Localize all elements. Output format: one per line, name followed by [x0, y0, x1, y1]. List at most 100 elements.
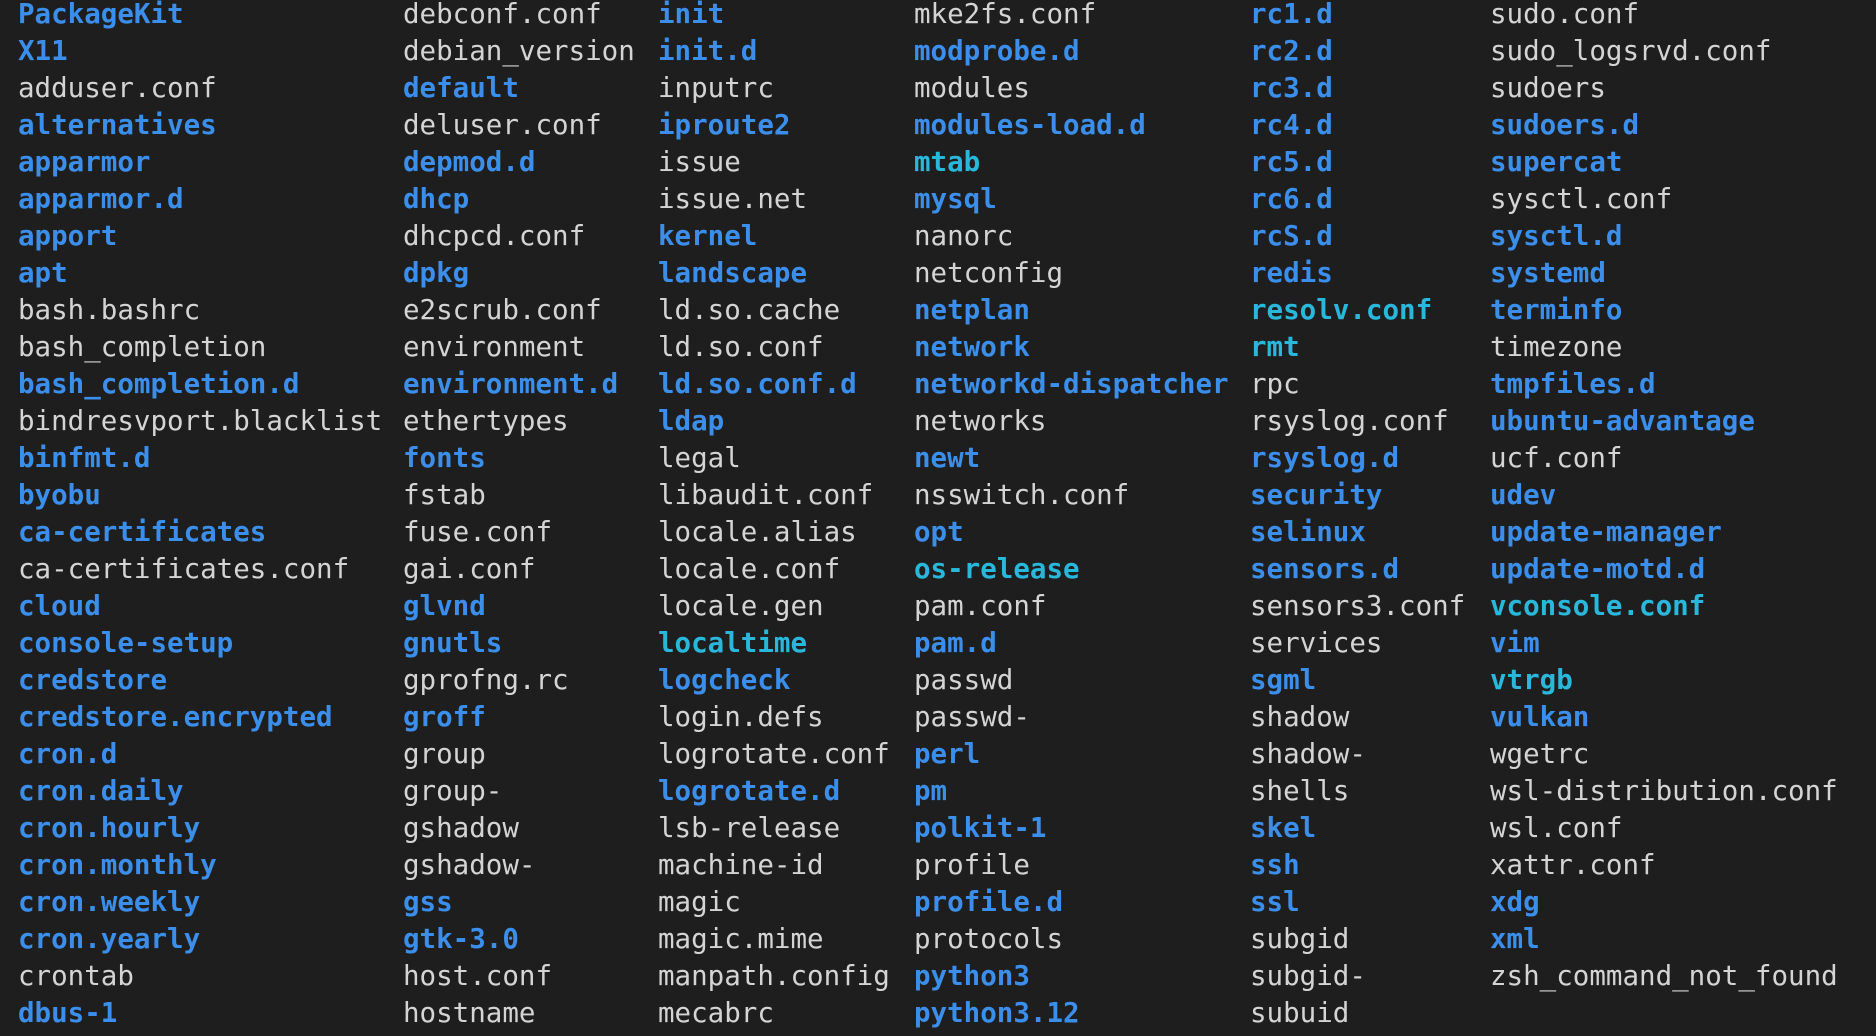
directory-entry: rsyslog.d — [1250, 442, 1400, 474]
listing-column-4: mke2fs.conf modprobe.d modules modules-load… — [914, 0, 1229, 1036]
directory-entry: pm — [914, 775, 948, 807]
file-entry: ethertypes — [403, 405, 569, 437]
file-entry: bindresvport.blacklist — [18, 405, 383, 437]
directory-entry: ssl — [1250, 886, 1300, 918]
symlink-entry: localtime — [658, 627, 808, 659]
directory-entry: kernel — [658, 220, 758, 252]
file-entry: pam.conf — [914, 590, 1047, 622]
directory-entry: ldap — [658, 405, 725, 437]
directory-entry: tmpfiles.d — [1490, 368, 1656, 400]
file-entry: sudoers — [1490, 72, 1606, 104]
directory-entry: credstore.encrypted — [18, 701, 333, 733]
file-entry: group- — [403, 775, 503, 807]
file-entry: sensors3.conf — [1250, 590, 1466, 622]
file-entry: subgid- — [1250, 960, 1366, 992]
directory-entry: environment.d — [403, 368, 619, 400]
directory-entry: vulkan — [1490, 701, 1590, 733]
file-entry: crontab — [18, 960, 134, 992]
directory-entry: python3.12 — [914, 997, 1080, 1029]
directory-entry: ssh — [1250, 849, 1300, 881]
directory-entry: dbus-1 — [18, 997, 118, 1029]
file-entry: inputrc — [658, 72, 774, 104]
file-entry: adduser.conf — [18, 72, 217, 104]
directory-entry: sysctl.d — [1490, 220, 1623, 252]
directory-entry: apt — [18, 257, 68, 289]
directory-entry: rc3.d — [1250, 72, 1333, 104]
directory-entry: opt — [914, 516, 964, 548]
file-entry: passwd — [914, 664, 1014, 696]
directory-entry: rcS.d — [1250, 220, 1333, 252]
file-entry: ucf.conf — [1490, 442, 1623, 474]
file-entry: rpc — [1250, 368, 1300, 400]
directory-entry: vim — [1490, 627, 1540, 659]
file-entry: e2scrub.conf — [403, 294, 602, 326]
file-entry: debian_version — [403, 35, 635, 67]
directory-entry: apparmor.d — [18, 183, 184, 215]
terminal-output[interactable]: PackageKit X11 adduser.conf alternatives app… — [0, 0, 1876, 1029]
file-entry: shadow- — [1250, 738, 1366, 770]
directory-entry: udev — [1490, 479, 1557, 511]
file-entry: logrotate.conf — [658, 738, 890, 770]
directory-entry: logcheck — [658, 664, 791, 696]
directory-entry: binfmt.d — [18, 442, 151, 474]
file-entry: subuid — [1250, 997, 1350, 1029]
file-entry: subgid — [1250, 923, 1350, 955]
directory-entry: X11 — [18, 35, 68, 67]
file-entry: magic.mime — [658, 923, 824, 955]
file-entry: bash.bashrc — [18, 294, 201, 326]
directory-entry: default — [403, 72, 519, 104]
file-entry: protocols — [914, 923, 1064, 955]
file-entry: dhcpcd.conf — [403, 220, 586, 252]
file-entry: locale.alias — [658, 516, 857, 548]
directory-entry: depmod.d — [403, 146, 536, 178]
file-entry: shadow — [1250, 701, 1350, 733]
directory-entry: alternatives — [18, 109, 217, 141]
directory-entry: ca-certificates — [18, 516, 267, 548]
directory-entry: gnutls — [403, 627, 503, 659]
file-entry: debconf.conf — [403, 0, 602, 30]
file-entry: nanorc — [914, 220, 1014, 252]
file-entry: wgetrc — [1490, 738, 1590, 770]
directory-entry: skel — [1250, 812, 1317, 844]
directory-entry: cron.hourly — [18, 812, 201, 844]
directory-entry: redis — [1250, 257, 1333, 289]
file-entry: sudo_logsrvd.conf — [1490, 35, 1772, 67]
directory-entry: init.d — [658, 35, 758, 67]
file-entry: ld.so.conf — [658, 331, 824, 363]
directory-entry: groff — [403, 701, 486, 733]
file-entry: host.conf — [403, 960, 553, 992]
directory-entry: cron.weekly — [18, 886, 201, 918]
directory-entry: sgml — [1250, 664, 1317, 696]
file-entry: gshadow- — [403, 849, 536, 881]
directory-entry: byobu — [18, 479, 101, 511]
directory-entry: xdg — [1490, 886, 1540, 918]
file-entry: sudo.conf — [1490, 0, 1640, 30]
directory-entry: rc4.d — [1250, 109, 1333, 141]
listing-column-6: sudo.conf sudo_logsrvd.conf sudoers sudoers… — [1490, 0, 1838, 999]
directory-entry: iproute2 — [658, 109, 791, 141]
directory-entry: PackageKit — [18, 0, 184, 30]
directory-entry: network — [914, 331, 1030, 363]
file-entry: mecabrc — [658, 997, 774, 1029]
listing-column-5: rc1.d rc2.d rc3.d rc4.d rc5.d rc6.d rcS.d redis… — [1250, 0, 1465, 1036]
file-entry: wsl-distribution.conf — [1490, 775, 1838, 807]
directory-entry: cron.yearly — [18, 923, 201, 955]
file-entry: zsh_command_not_found — [1490, 960, 1838, 992]
directory-entry: ld.so.conf.d — [658, 368, 857, 400]
file-entry: wsl.conf — [1490, 812, 1623, 844]
directory-entry: gss — [403, 886, 453, 918]
directory-entry: logrotate.d — [658, 775, 841, 807]
file-entry: legal — [658, 442, 741, 474]
symlink-entry: rmt — [1250, 331, 1300, 363]
symlink-entry: os-release — [914, 553, 1080, 585]
symlink-entry: vtrgb — [1490, 664, 1573, 696]
directory-entry: dpkg — [403, 257, 470, 289]
symlink-entry: mtab — [914, 146, 981, 178]
file-entry: manpath.config — [658, 960, 890, 992]
directory-entry: apport — [18, 220, 118, 252]
directory-entry: perl — [914, 738, 981, 770]
file-entry: hostname — [403, 997, 536, 1029]
directory-entry: profile.d — [914, 886, 1064, 918]
directory-entry: netplan — [914, 294, 1030, 326]
directory-entry: mysql — [914, 183, 997, 215]
